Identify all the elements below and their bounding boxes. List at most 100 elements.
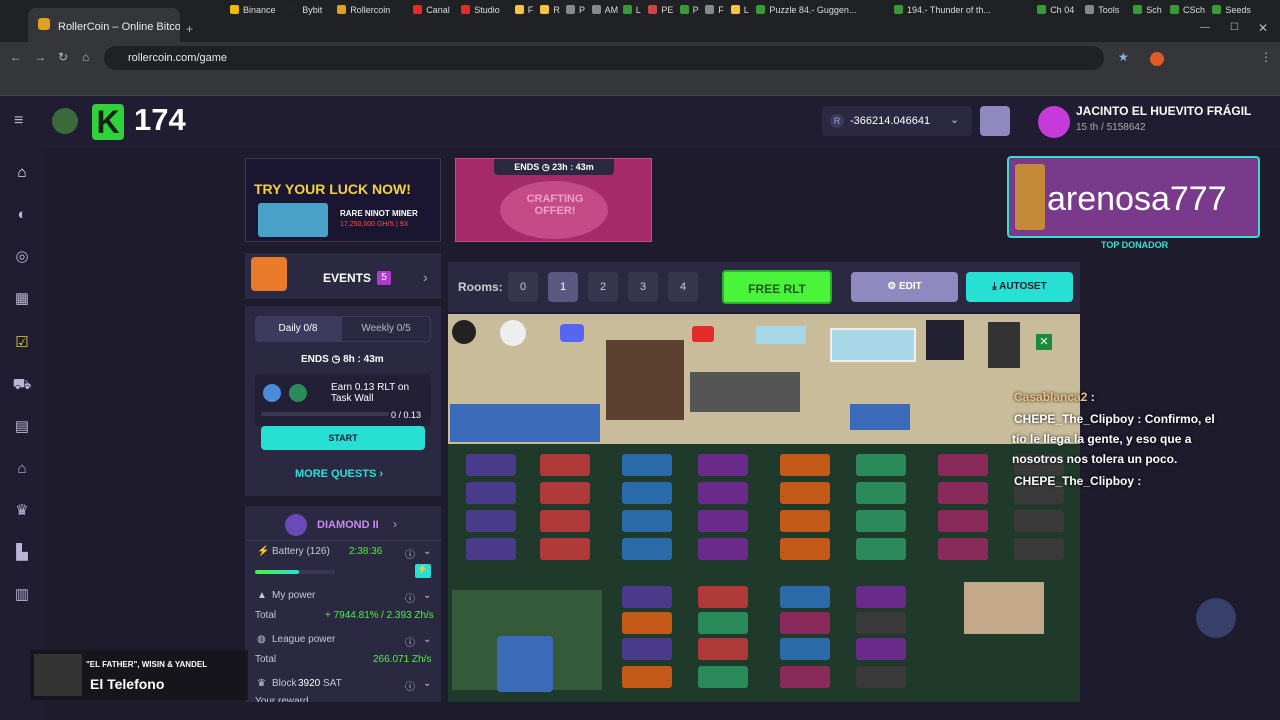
bookmark-item[interactable]: 194.- Thunder of th...	[894, 5, 991, 15]
info-icon[interactable]: ⓘ	[405, 634, 415, 649]
room-tab-0[interactable]: 0	[508, 272, 538, 302]
balance-selector[interactable]: R -366214.046641 ⌄	[822, 106, 972, 136]
menu-dots-icon[interactable]: ⋮	[1260, 50, 1272, 64]
miner-item[interactable]	[856, 454, 906, 476]
chevron-down-icon[interactable]: ⌄	[423, 678, 431, 689]
user-name[interactable]: JACINTO EL HUEVITO FRÁGIL	[1076, 104, 1251, 118]
bookmark-item[interactable]: Sch	[1133, 5, 1162, 15]
bookmark-item[interactable]: L	[730, 5, 749, 15]
miner-item[interactable]	[622, 666, 672, 688]
miner-item[interactable]	[780, 482, 830, 504]
miner-item[interactable]	[698, 666, 748, 688]
bookmark-item[interactable]: Canal	[413, 5, 450, 15]
edit-button[interactable]: ⚙ EDIT	[851, 272, 958, 302]
miner-item[interactable]	[1014, 510, 1064, 532]
room-tab-1[interactable]: 1	[548, 272, 578, 302]
miner-item[interactable]	[466, 538, 516, 560]
user-avatar[interactable]	[1038, 106, 1070, 138]
hamburger-menu-icon[interactable]: ≡	[14, 112, 23, 130]
bookmark-item[interactable]: Puzzle 84.- Guggen...	[756, 5, 856, 15]
league-name[interactable]: DIAMOND II	[317, 519, 379, 531]
free-rlt-button[interactable]: FREE RLT	[722, 270, 832, 304]
miner-item[interactable]	[938, 510, 988, 532]
chevron-down-icon[interactable]: ⌄	[423, 634, 431, 645]
maximize-icon[interactable]: ☐	[1230, 22, 1239, 33]
miner-item[interactable]	[466, 482, 516, 504]
bookmark-item[interactable]: P	[566, 5, 585, 15]
home-icon[interactable]: ⌂	[82, 50, 89, 64]
miner-item[interactable]	[856, 538, 906, 560]
bookmark-star-icon[interactable]: ★	[1118, 50, 1129, 64]
try-luck-banner[interactable]: TRY YOUR LUCK NOW! RARE NINOT MINER 17,2…	[245, 158, 441, 242]
miner-item[interactable]	[856, 612, 906, 634]
miner-item[interactable]	[856, 482, 906, 504]
room-tab-4[interactable]: 4	[668, 272, 698, 302]
close-window-icon[interactable]: ✕	[1258, 21, 1268, 35]
miner-item[interactable]	[856, 638, 906, 660]
miner-item[interactable]	[622, 586, 672, 608]
miner-item[interactable]	[780, 454, 830, 476]
bookmark-item[interactable]: F	[705, 5, 724, 15]
miner-item[interactable]	[1014, 538, 1064, 560]
miner-item[interactable]	[698, 638, 748, 660]
miner-item[interactable]	[622, 612, 672, 634]
minimize-icon[interactable]: —	[1200, 22, 1210, 33]
chevron-down-icon[interactable]: ⌄	[423, 546, 431, 557]
miner-item[interactable]	[856, 510, 906, 532]
miner-item[interactable]	[622, 454, 672, 476]
miner-item[interactable]	[698, 482, 748, 504]
room-tab-3[interactable]: 3	[628, 272, 658, 302]
miner-item[interactable]	[540, 454, 590, 476]
bookmark-item[interactable]: Seeds	[1212, 5, 1251, 15]
bookmark-item[interactable]: Bybit	[289, 5, 322, 15]
miner-item[interactable]	[622, 538, 672, 560]
miner-item[interactable]	[698, 454, 748, 476]
crafting-offer-banner[interactable]: ENDS ◷ 23h : 43m CRAFTING OFFER!	[455, 158, 652, 242]
bookmark-item[interactable]: Studio	[461, 5, 500, 15]
miner-item[interactable]	[780, 666, 830, 688]
bookmark-item[interactable]: F	[514, 5, 533, 15]
miner-item[interactable]	[622, 510, 672, 532]
hamster-helper-icon[interactable]	[1196, 598, 1236, 638]
miner-item[interactable]	[698, 538, 748, 560]
miner-item[interactable]	[540, 482, 590, 504]
room-tab-2[interactable]: 2	[588, 272, 618, 302]
miner-item[interactable]	[856, 586, 906, 608]
url-field[interactable]: rollercoin.com/game	[104, 46, 1104, 70]
bookmark-item[interactable]: R	[540, 5, 560, 15]
leaderboard-trophy-icon[interactable]: ♛	[12, 502, 32, 520]
miner-item[interactable]	[698, 586, 748, 608]
player-avatar[interactable]	[52, 108, 78, 134]
bookmark-item[interactable]: Ch 04	[1037, 5, 1074, 15]
start-button[interactable]: START	[261, 426, 425, 450]
forward-icon[interactable]: →	[34, 50, 46, 64]
tab-daily[interactable]: Daily 0/8	[255, 316, 341, 342]
miner-item[interactable]	[622, 482, 672, 504]
info-icon[interactable]: ⓘ	[405, 678, 415, 693]
bookmark-item[interactable]: CSch	[1170, 5, 1205, 15]
inventory-nav-icon[interactable]: ▦	[12, 290, 32, 308]
wallet-button[interactable]	[980, 106, 1010, 136]
rooms-nav-icon[interactable]: ⌂	[12, 460, 32, 478]
miner-item[interactable]	[856, 666, 906, 688]
miner-item[interactable]	[540, 510, 590, 532]
miner-item[interactable]	[466, 454, 516, 476]
earn-nav-icon[interactable]: ◎	[12, 248, 32, 266]
miner-item[interactable]	[780, 612, 830, 634]
miner-item[interactable]	[780, 538, 830, 560]
miner-item[interactable]	[540, 538, 590, 560]
info-icon[interactable]: ⓘ	[405, 546, 415, 561]
back-icon[interactable]: ←	[10, 50, 22, 64]
factory-nav-icon[interactable]: ▙	[12, 544, 32, 562]
tasks-nav-icon[interactable]: ☑	[12, 334, 32, 352]
miner-item[interactable]	[938, 538, 988, 560]
browser-tab[interactable]: RollerCoin – Online Bitcoin Mi	[28, 8, 180, 42]
storage-nav-icon[interactable]: ▤	[12, 418, 32, 436]
info-icon[interactable]: ⓘ	[405, 590, 415, 605]
close-icon[interactable]: ✕	[1036, 334, 1052, 350]
games-nav-icon[interactable]: ◐	[12, 206, 32, 224]
more-quests-link[interactable]: MORE QUESTS ›	[295, 468, 383, 480]
bookmark-item[interactable]: PE	[648, 5, 673, 15]
bookmark-item[interactable]: Tools	[1085, 5, 1119, 15]
bookmark-item[interactable]: L	[622, 5, 641, 15]
